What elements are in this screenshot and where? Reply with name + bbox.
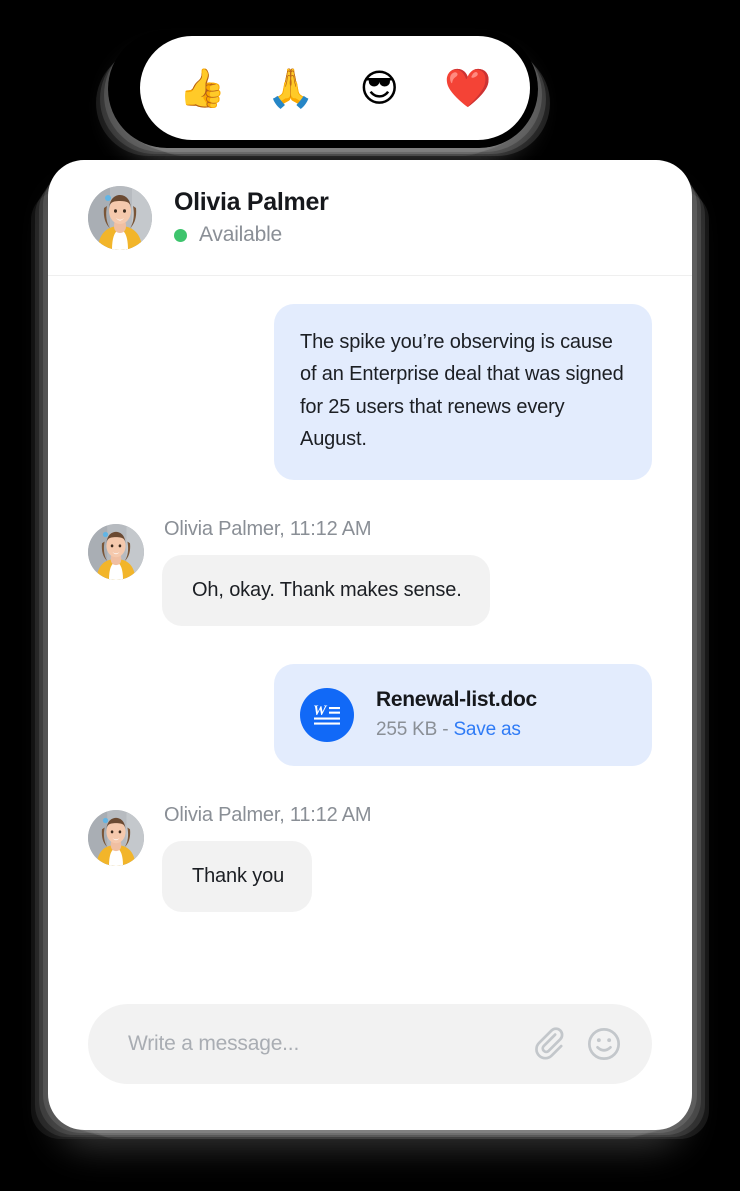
composer-icons <box>532 1026 622 1062</box>
screen: 👍 🙏 😎 ❤️ Olivia Palmer Available The spi… <box>0 0 740 1191</box>
message-meta: Olivia Palmer, 11:12 AM <box>164 803 372 826</box>
message-bubble-incoming: Thank you <box>162 840 313 913</box>
message-row-incoming: Olivia Palmer, 11:12 AM Oh, okay. Thank … <box>88 518 652 626</box>
red-heart-icon[interactable]: ❤️ <box>440 69 496 107</box>
status-label: Available <box>199 223 283 247</box>
message-row-outgoing: The spike you’re observing is cause of a… <box>88 304 652 480</box>
file-name: Renewal-list.doc <box>376 688 537 712</box>
paperclip-icon[interactable] <box>532 1026 568 1062</box>
file-size: 255 KB <box>376 719 438 741</box>
message-input[interactable] <box>126 1031 532 1057</box>
svg-text:W: W <box>313 703 328 719</box>
chat-window: Olivia Palmer Available The spike you’re… <box>48 160 692 1130</box>
file-meta: Renewal-list.doc 255 KB - Save as <box>376 688 537 741</box>
smiling-face-with-sunglasses-icon[interactable]: 😎 <box>351 69 407 107</box>
status-dot-icon <box>174 228 187 242</box>
header-text-block: Olivia Palmer Available <box>174 188 329 248</box>
file-sub: 255 KB - Save as <box>376 719 537 741</box>
message-list[interactable]: The spike you’re observing is cause of a… <box>48 276 692 1004</box>
chat-window-surface: Olivia Palmer Available The spike you’re… <box>48 160 692 1130</box>
quick-reactions-bar: 👍 🙏 😎 ❤️ <box>108 30 538 148</box>
message-meta: Olivia Palmer, 11:12 AM <box>164 517 372 540</box>
avatar[interactable] <box>88 809 144 866</box>
message-composer[interactable] <box>88 1004 652 1084</box>
message-column: Olivia Palmer, 11:12 AM Thank you <box>162 803 372 913</box>
status-badge: Available <box>174 223 329 247</box>
chat-header: Olivia Palmer Available <box>48 160 692 276</box>
message-bubble-incoming: Oh, okay. Thank makes sense. <box>162 554 490 626</box>
quick-reactions-pill: 👍 🙏 😎 ❤️ <box>140 36 530 140</box>
folded-hands-icon[interactable]: 🙏 <box>263 69 319 107</box>
message-column: Olivia Palmer, 11:12 AM Oh, okay. Thank … <box>162 518 490 626</box>
message-bubble-outgoing: The spike you’re observing is cause of a… <box>274 304 652 480</box>
word-document-icon: W <box>300 687 354 742</box>
page-title: Olivia Palmer <box>174 187 329 216</box>
smiley-face-icon[interactable] <box>586 1026 622 1062</box>
file-separator: - <box>437 719 454 741</box>
avatar[interactable] <box>88 185 152 250</box>
message-row-incoming: Olivia Palmer, 11:12 AM Thank you <box>88 803 652 913</box>
thumbs-up-icon[interactable]: 👍 <box>174 69 230 107</box>
file-attachment-card[interactable]: W Renewal-list.doc 255 KB - Save as <box>274 663 652 766</box>
message-row-outgoing-file: W Renewal-list.doc 255 KB - Save as <box>88 663 652 766</box>
composer-area <box>48 1004 692 1130</box>
save-as-link[interactable]: Save as <box>453 719 520 740</box>
avatar[interactable] <box>88 523 144 580</box>
